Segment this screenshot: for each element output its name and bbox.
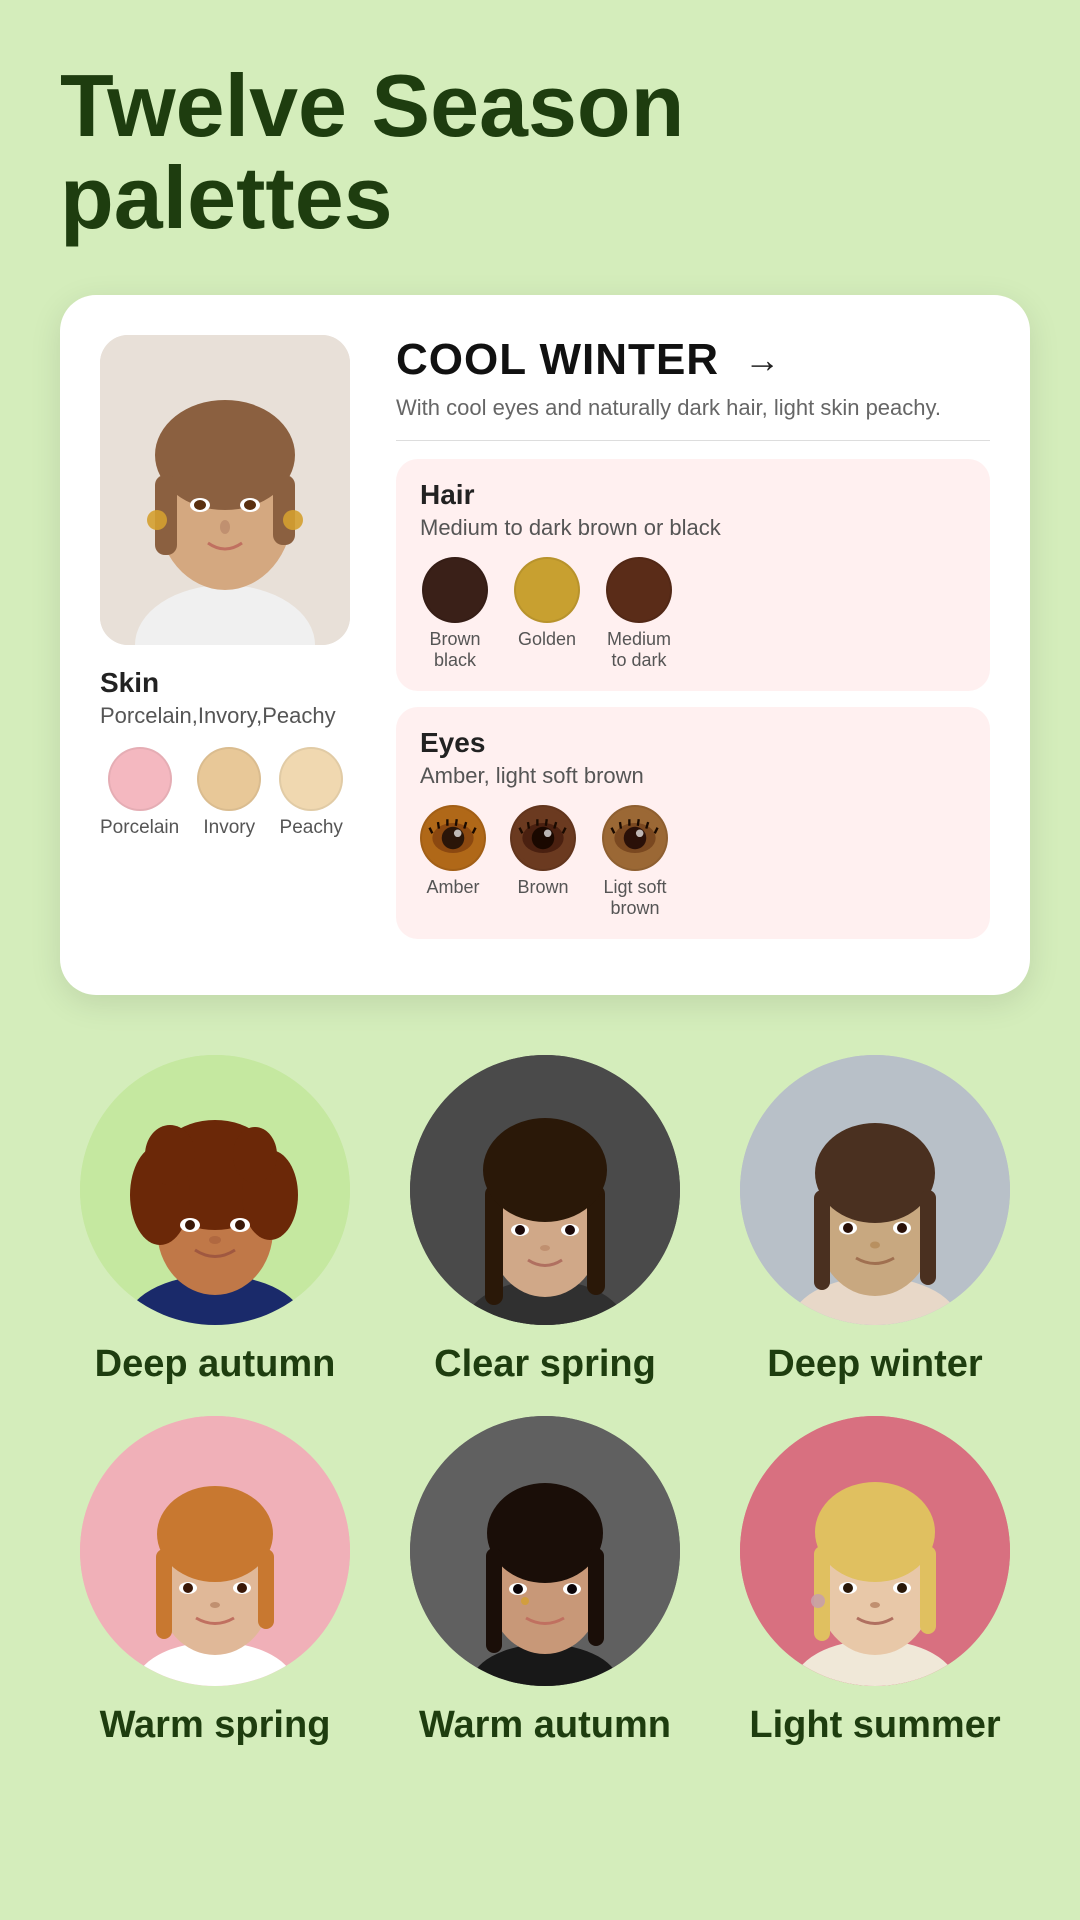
swatch-circle-invory xyxy=(197,747,261,811)
season-description: With cool eyes and naturally dark hair, … xyxy=(396,393,990,424)
hair-circle-golden xyxy=(514,557,580,623)
swatch-label-porcelain: Porcelain xyxy=(100,817,179,839)
swatch-porcelain: Porcelain xyxy=(100,747,179,839)
card-right: COOL WINTER → With cool eyes and natural… xyxy=(396,335,990,955)
hair-label-brown-black: Brown black xyxy=(420,629,490,671)
persons-grid: Deep autumn xyxy=(60,1055,1030,1747)
swatch-peachy: Peachy xyxy=(279,747,343,839)
eyes-swatches: Amber xyxy=(420,805,966,919)
person-deep-winter[interactable]: Deep winter xyxy=(720,1055,1030,1386)
swatch-circle-porcelain xyxy=(108,747,172,811)
eyes-label-brown: Brown xyxy=(517,877,568,898)
swatch-circle-peachy xyxy=(279,747,343,811)
hair-swatch-golden: Golden xyxy=(514,557,580,671)
swatch-invory: Invory xyxy=(197,747,261,839)
page-wrapper: Twelve Season palettes xyxy=(0,0,1080,1817)
person-label-light-summer: Light summer xyxy=(749,1704,1000,1747)
person-circle-deep-autumn xyxy=(80,1055,350,1325)
season-arrow-button[interactable]: → xyxy=(737,335,787,385)
season-card: Skin Porcelain,Invory,Peachy Porcelain I… xyxy=(60,295,1030,995)
season-name: COOL WINTER xyxy=(396,335,719,385)
person-label-warm-spring: Warm spring xyxy=(100,1704,331,1747)
person-light-summer[interactable]: Light summer xyxy=(720,1416,1030,1747)
hair-swatches: Brown black Golden Medium to dark xyxy=(420,557,966,671)
eye-circle-amber xyxy=(420,805,486,871)
person-circle-warm-spring xyxy=(80,1416,350,1686)
hair-circle-medium-dark xyxy=(606,557,672,623)
season-header: COOL WINTER → xyxy=(396,335,990,385)
hair-swatch-brown-black: Brown black xyxy=(420,557,490,671)
person-circle-deep-winter xyxy=(740,1055,1010,1325)
hair-label-golden: Golden xyxy=(518,629,576,650)
person-clear-spring[interactable]: Clear spring xyxy=(390,1055,700,1386)
person-photo xyxy=(100,335,350,645)
eyes-subtitle: Amber, light soft brown xyxy=(420,763,966,789)
eye-circle-light-soft-brown xyxy=(602,805,668,871)
hair-subtitle: Medium to dark brown or black xyxy=(420,515,966,541)
hair-swatch-medium-dark: Medium to dark xyxy=(604,557,674,671)
hair-title: Hair xyxy=(420,479,966,511)
person-label-deep-winter: Deep winter xyxy=(767,1343,982,1386)
hair-circle-brown-black xyxy=(422,557,488,623)
card-left: Skin Porcelain,Invory,Peachy Porcelain I… xyxy=(100,335,360,955)
swatch-label-invory: Invory xyxy=(203,817,255,839)
hair-feature-card: Hair Medium to dark brown or black Brown… xyxy=(396,459,990,691)
divider xyxy=(396,440,990,441)
skin-swatches: Porcelain Invory Peachy xyxy=(100,747,343,839)
eyes-title: Eyes xyxy=(420,727,966,759)
person-deep-autumn[interactable]: Deep autumn xyxy=(60,1055,370,1386)
eyes-label-amber: Amber xyxy=(426,877,479,898)
person-label-warm-autumn: Warm autumn xyxy=(419,1704,671,1747)
person-circle-warm-autumn xyxy=(410,1416,680,1686)
eyes-swatch-light-soft-brown: Ligt soft brown xyxy=(600,805,670,919)
person-warm-spring[interactable]: Warm spring xyxy=(60,1416,370,1747)
eyes-feature-card: Eyes Amber, light soft brown xyxy=(396,707,990,939)
skin-title: Skin xyxy=(100,667,159,699)
eyes-swatch-brown: Brown xyxy=(510,805,576,919)
eye-circle-brown xyxy=(510,805,576,871)
eyes-swatch-amber: Amber xyxy=(420,805,486,919)
skin-subtitle: Porcelain,Invory,Peachy xyxy=(100,703,336,729)
page-title: Twelve Season palettes xyxy=(60,60,1030,245)
person-label-deep-autumn: Deep autumn xyxy=(95,1343,336,1386)
hair-label-medium-dark: Medium to dark xyxy=(604,629,674,671)
swatch-label-peachy: Peachy xyxy=(280,817,343,839)
eyes-label-light-soft-brown: Ligt soft brown xyxy=(600,877,670,919)
person-circle-light-summer xyxy=(740,1416,1010,1686)
person-label-clear-spring: Clear spring xyxy=(434,1343,656,1386)
person-warm-autumn[interactable]: Warm autumn xyxy=(390,1416,700,1747)
person-circle-clear-spring xyxy=(410,1055,680,1325)
